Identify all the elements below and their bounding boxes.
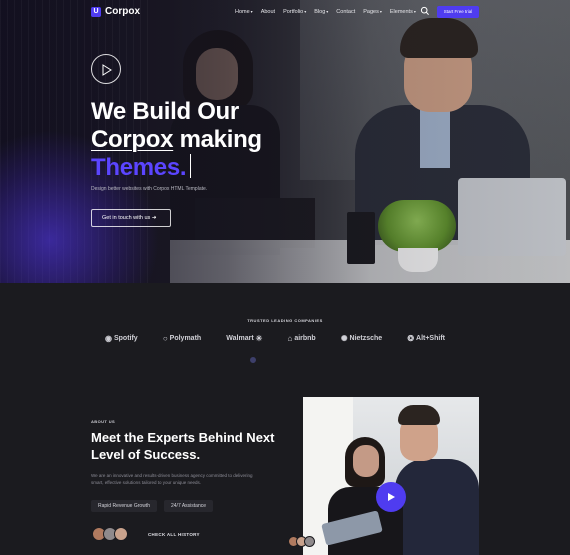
hero-title-line3: Themes. [91,154,262,182]
hero-play-button[interactable] [91,54,121,84]
spotify-icon: ◉ [105,333,112,343]
get-in-touch-button[interactable]: Get in touch with us ➜ [91,209,171,227]
chevron-down-icon: ▾ [379,9,382,14]
hero-title: We Build Our Corpox making Themes. [91,98,262,182]
brand-altshift: ❂ Alt+Shift [407,333,445,343]
walmart-spark-icon: ✳ [255,333,263,343]
hero-title-line1: We Build Our [91,98,239,125]
carousel-dot[interactable] [250,357,256,363]
hero-title-line2: Corpox making [91,126,262,154]
brand-walmart: Walmart ✳ [226,333,263,343]
nav-item-portfolio[interactable]: Portfolio▾ [283,9,306,15]
about-play-button[interactable] [376,482,406,512]
hero-section: U Corpox Home▾ About Portfolio▾ Blog▾ Co… [0,0,570,283]
play-icon [102,64,112,76]
nav-item-about[interactable]: About [261,9,275,15]
about-image [303,397,479,555]
nav-item-elements[interactable]: Elements▾ [390,9,416,15]
nav-item-home[interactable]: Home▾ [235,9,253,15]
brand-spotify: ◉ Spotify [105,333,138,343]
chevron-down-icon: ▾ [304,9,307,14]
tag-24-7-assistance: 24/7 Assistance [164,500,214,512]
about-title: Meet the Experts Behind Next Level of Su… [91,430,275,462]
typing-caret [190,154,192,178]
brand-logos: ◉ Spotify ○ Polymath Walmart ✳ ⌂ airbnb ✺ Nie… [105,331,445,345]
search-icon[interactable] [420,6,430,16]
arrow-right-icon: ➜ [151,215,157,221]
hero-title-accent: Themes. [91,154,187,181]
team-avatars [92,527,128,541]
about-label: ABOUT US [91,419,116,424]
avatar [304,536,315,547]
airbnb-icon: ⌂ [287,333,293,343]
chevron-down-icon: ▾ [413,9,416,14]
hero-title-underlined: Corpox [91,126,174,153]
chevron-down-icon: ▾ [250,9,253,14]
check-all-history-link[interactable]: CHECK ALL HISTORY [148,532,200,537]
brand-airbnb: ⌂ airbnb [287,333,316,343]
nav-item-blog[interactable]: Blog▾ [314,9,328,15]
about-photo-man-body [395,459,479,555]
nav-item-pages[interactable]: Pages▾ [363,9,382,15]
get-in-touch-label: Get in touch with us [102,215,151,221]
logo-text: Corpox [105,6,140,17]
hero-title-line2-rest: making [173,126,263,153]
nietzsche-icon: ✺ [340,333,348,343]
tag-rapid-revenue-growth: Rapid Revenue Growth [91,500,157,512]
start-free-trial-button[interactable]: Start Free trial [437,6,479,18]
polymath-icon: ○ [162,333,168,343]
altshift-icon: ❂ [407,333,415,343]
nav-item-contact[interactable]: Contact [336,9,355,15]
main-menu: Home▾ About Portfolio▾ Blog▾ Contact Pag… [235,9,416,15]
hero-subtitle: Design better websites with Corpox HTML … [91,186,208,192]
top-nav: U Corpox Home▾ About Portfolio▾ Blog▾ Co… [0,0,570,26]
brand-nietzsche: ✺ Nietzsche [340,333,383,343]
logo[interactable]: U Corpox [91,6,140,17]
about-text: We are an innovative and results-driven … [91,473,253,485]
about-photo-man-hair [398,405,440,425]
logo-mark-icon: U [91,6,101,17]
avatar [114,527,128,541]
about-image-avatars [288,536,315,547]
brand-polymath: ○ Polymath [162,333,202,343]
trusted-label: TRUSTED LEADING COMPANIES [247,318,323,323]
play-icon [388,493,395,501]
chevron-down-icon: ▾ [326,9,329,14]
about-photo-woman-face [353,445,379,477]
